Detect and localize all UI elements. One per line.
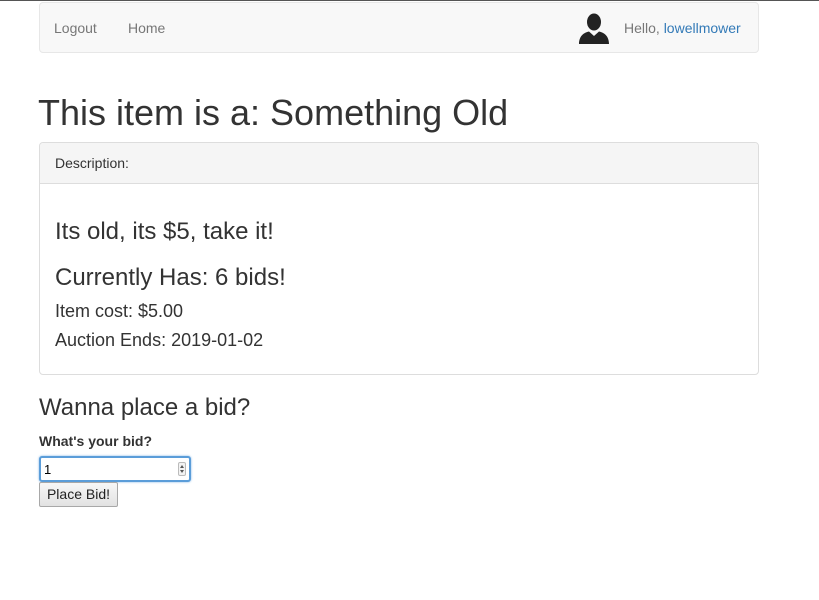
navbar: Logout Home Hello, lowellmower: [39, 2, 759, 53]
user-avatar-icon: [579, 13, 609, 44]
greeting-text: Hello,: [624, 20, 664, 36]
user-greeting: Hello, lowellmower: [624, 19, 741, 37]
logout-link[interactable]: Logout: [54, 19, 97, 37]
home-link[interactable]: Home: [128, 19, 165, 37]
panel-heading: Description:: [40, 143, 758, 184]
bid-section-heading: Wanna place a bid?: [39, 394, 251, 421]
place-bid-button[interactable]: Place Bid!: [39, 482, 118, 507]
auction-end-date: Auction Ends: 2019-01-02: [55, 330, 264, 350]
item-description: Its old, its $5, take it!: [55, 218, 274, 245]
page-title: This item is a: Something Old: [38, 92, 509, 133]
item-cost: Item cost: $5.00: [55, 301, 184, 321]
number-spinner[interactable]: [178, 462, 186, 476]
window-top-border: [0, 0, 819, 1]
bid-count: Currently Has: 6 bids!: [55, 264, 286, 291]
spinner-up-icon[interactable]: [180, 465, 184, 468]
item-panel: Description: Its old, its $5, take it! C…: [39, 142, 759, 375]
bid-input-label: What's your bid?: [39, 433, 152, 449]
username-link[interactable]: lowellmower: [664, 20, 741, 36]
bid-input-wrapper[interactable]: [39, 456, 191, 482]
bid-amount-input[interactable]: [42, 459, 172, 479]
spinner-down-icon[interactable]: [180, 470, 184, 473]
